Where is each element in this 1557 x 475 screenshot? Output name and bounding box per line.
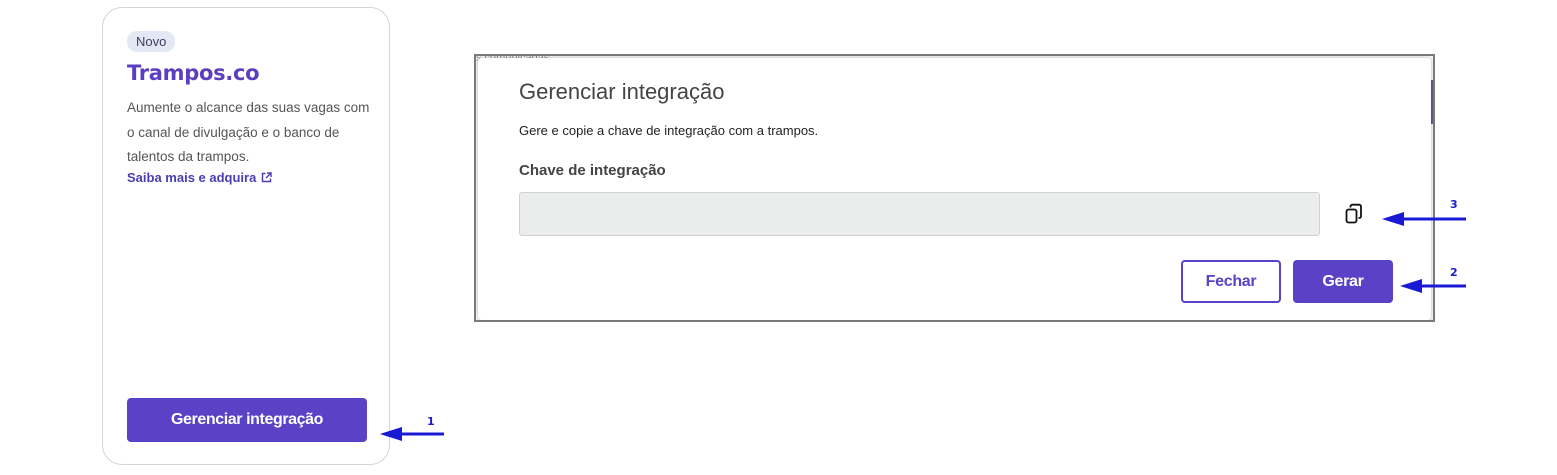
new-badge: Novo: [127, 31, 176, 52]
integration-key-label: Chave de integração: [519, 162, 666, 179]
learn-more-label: Saiba mais e adquira: [127, 170, 257, 185]
background-bar: [1431, 80, 1433, 124]
annotation-number-3: 3: [1450, 198, 1458, 211]
copy-key-button[interactable]: [1344, 201, 1368, 227]
external-link-icon: [261, 172, 273, 183]
dialog-title: Gerenciar integração: [519, 79, 725, 104]
annotation-arrow-3: [1380, 210, 1468, 228]
manage-integration-button[interactable]: Gerenciar integração: [127, 398, 367, 442]
arrow-left-icon: [1400, 279, 1466, 293]
integration-card: Novo Trampos.co Aumente o alcance das su…: [102, 7, 390, 465]
integration-key-field[interactable]: [519, 192, 1320, 236]
annotation-number-1: 1: [427, 415, 435, 428]
annotation-arrow-1: [378, 425, 446, 443]
annotation-arrow-2: [1398, 277, 1468, 295]
card-title: Trampos.co: [127, 61, 260, 85]
annotation-number-2: 2: [1450, 266, 1458, 279]
arrow-left-icon: [380, 427, 444, 441]
generate-button[interactable]: Gerar: [1293, 260, 1393, 303]
modal-overlay: s comunicadas de talentos da trampos Ger…: [474, 54, 1435, 322]
manage-integration-dialog: Gerenciar integração Gere e copie a chav…: [478, 58, 1431, 320]
arrow-left-icon: [1382, 212, 1466, 226]
card-description: Aumente o alcance das suas vagas com o c…: [127, 100, 370, 164]
close-button[interactable]: Fechar: [1181, 260, 1281, 303]
dialog-description: Gere e copie a chave de integração com a…: [519, 123, 819, 138]
learn-more-link[interactable]: Saiba mais e adquira: [127, 170, 273, 185]
copy-icon: [1344, 203, 1368, 225]
